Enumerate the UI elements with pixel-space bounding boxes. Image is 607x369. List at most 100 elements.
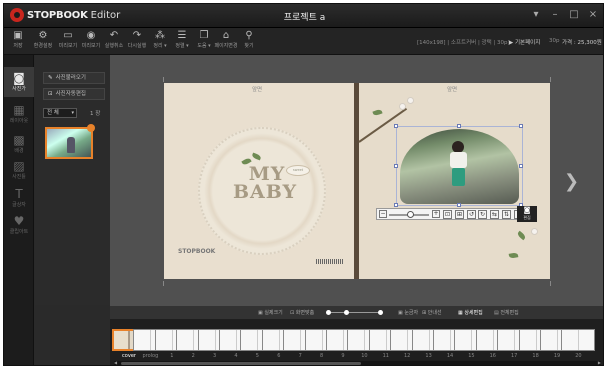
preview-icon: ▭ (63, 30, 73, 41)
page-fold-line (407, 330, 409, 350)
resize-handle[interactable] (394, 164, 398, 168)
fill-icon[interactable]: ⊞ (455, 210, 464, 219)
fit-screen-toggle[interactable]: ⊡ 화면맞춤 (290, 309, 314, 316)
page-fold-line (385, 330, 387, 350)
page-thumbnail[interactable] (561, 329, 596, 351)
page-fold-line (236, 330, 237, 350)
menu-dropdown-icon[interactable]: ▾ (530, 9, 542, 20)
page-fold-line (171, 330, 173, 350)
background-icon: ▩ (13, 133, 25, 147)
back-cover-page[interactable]: 앞면 MY BABY sweet STOPBOOK (164, 83, 355, 279)
preview-label: 미리보기 (58, 43, 78, 49)
align-button[interactable]: ☰ 정렬 ▾ (170, 30, 194, 53)
rotate-left-icon[interactable]: ↺ (467, 210, 476, 219)
blossom-icon (399, 103, 406, 110)
add-photo-button[interactable]: ✎ 사진불러오기 (43, 72, 105, 84)
leaf-icon (508, 252, 519, 259)
detail-edit-tab[interactable]: ▦ 상세편집 (458, 309, 483, 316)
redo-button[interactable]: ↷ 다시실행 (125, 30, 149, 53)
page-count-info: 30p (549, 38, 560, 44)
rail-item-photos[interactable]: ◙ 사진가 (4, 67, 34, 97)
photo-edit-button[interactable]: ◙ 편집 (517, 206, 537, 222)
filmstrip-scrollbar[interactable]: ◀ ▶ (114, 360, 601, 365)
preview-button[interactable]: ▭ 미리보기 (56, 30, 80, 53)
settings-button[interactable]: ⚙ 환경설정 (31, 30, 55, 53)
crop-mark (550, 281, 551, 286)
photo-filter-value: 전 체 (47, 110, 59, 116)
page-fold-line (557, 330, 558, 350)
rail-item-clipart[interactable]: ♥ 클립아트 (4, 210, 34, 240)
zoom-knob[interactable] (343, 310, 349, 315)
page-change-button[interactable]: ⌂ 페이지변경 (214, 30, 238, 53)
page-fold-line (364, 330, 366, 350)
tidy-button[interactable]: ⁂ 정리 ▾ (148, 30, 172, 53)
rail-label-background: 배경 (14, 148, 24, 154)
align-icon: ☰ (177, 30, 187, 41)
flip-icon[interactable]: ⇆ (490, 210, 499, 219)
zoom-in-icon[interactable]: + (432, 210, 440, 218)
editor-canvas[interactable]: 앞면 MY BABY sweet STOPBOOK 앞면 − + ⊡ ⊞ ↺ ↻… (110, 55, 603, 306)
maximize-button[interactable]: □ (568, 9, 580, 20)
resize-handle[interactable] (394, 203, 398, 207)
barcode (316, 259, 344, 264)
fit-icon[interactable]: ⊡ (443, 210, 452, 219)
main-toolbar: ▣ 저장 ⚙ 환경설정 ▭ 미리보기 ◉ 미리보기 ↶ 실행취소 ↷ 다시실행 … (4, 28, 603, 55)
close-button[interactable]: × (587, 9, 599, 20)
redo-icon: ↷ (132, 30, 142, 41)
crop-mark (163, 77, 164, 82)
page-fold-line (300, 330, 302, 350)
rail-item-layout[interactable]: ▦ 레이아웃 (4, 99, 34, 129)
find-button[interactable]: ⚲ 찾기 (237, 30, 261, 53)
selected-photo-frame[interactable] (394, 124, 523, 207)
photo-thumbnail[interactable] (45, 124, 95, 159)
settings-icon: ⚙ (38, 30, 48, 41)
photo-filter-select[interactable]: 전 체 ▾ (43, 108, 77, 118)
resize-handle[interactable] (394, 124, 398, 128)
help-button[interactable]: ❐ 도움 ▾ (192, 30, 216, 53)
scroll-left-icon[interactable]: ◀ (114, 360, 117, 365)
photo-zoom-slider[interactable] (389, 211, 429, 218)
speech-bubble[interactable]: sweet (286, 165, 310, 176)
page-fold-line (321, 330, 323, 350)
rail-label-clipart: 클립아트 (9, 229, 29, 235)
child-photo[interactable] (400, 129, 519, 204)
view-button[interactable]: ◉ 미리보기 (79, 30, 103, 53)
document-title: 프로젝트 a (283, 13, 326, 23)
zoom-slider[interactable] (326, 310, 383, 315)
blossom-icon (531, 228, 538, 235)
ruler-toggle[interactable]: ▣ 눈금자 (398, 309, 418, 316)
actual-size-toggle[interactable]: ▣ 실제크기 (258, 309, 283, 316)
full-edit-tab[interactable]: ▤ 전체편집 (494, 309, 519, 316)
scrollbar-thumb[interactable] (121, 362, 361, 365)
rail-item-photo-frame[interactable]: ▨ 사진틀 (4, 155, 34, 185)
swap-icon[interactable]: ⇅ (502, 210, 511, 219)
page-fold-line (514, 330, 516, 350)
minimize-button[interactable]: – (549, 9, 561, 20)
next-page-arrow-icon[interactable]: ❯ (564, 171, 579, 192)
rail-item-text[interactable]: T 글상자 (4, 183, 34, 213)
undo-icon: ↶ (109, 30, 119, 41)
rotate-right-icon[interactable]: ↻ (478, 210, 487, 219)
base-page-link[interactable]: ▶ 기본페이지 (509, 38, 540, 46)
resize-handle[interactable] (519, 164, 523, 168)
auto-edit-button[interactable]: ⊡ 사진자동편집 (43, 88, 105, 100)
resize-handle[interactable] (457, 203, 461, 207)
camera-edit-icon: ◙ (523, 206, 531, 214)
find-label: 찾기 (244, 43, 254, 49)
child-shirt (450, 152, 467, 168)
resize-handle[interactable] (457, 124, 461, 128)
save-button[interactable]: ▣ 저장 (6, 30, 30, 53)
tidy-icon: ⁂ (155, 30, 165, 41)
zoom-out-icon[interactable]: − (379, 210, 387, 218)
slider-knob[interactable] (407, 211, 414, 218)
used-badge-icon (87, 124, 95, 132)
scroll-right-icon[interactable]: ▶ (598, 360, 601, 365)
eye-icon: ◉ (86, 30, 96, 41)
page-tag-right: 앞면 (447, 87, 458, 93)
undo-button[interactable]: ↶ 실행취소 (102, 30, 126, 53)
resize-handle[interactable] (519, 124, 523, 128)
front-cover-page[interactable]: 앞면 − + ⊡ ⊞ ↺ ↻ ⇆ ⇅ ◙ 편집 (358, 83, 550, 279)
guideline-toggle[interactable]: ⊞ 안내선 (422, 309, 442, 316)
page-fold-line (343, 330, 344, 350)
thumbnail-subject (67, 137, 75, 153)
